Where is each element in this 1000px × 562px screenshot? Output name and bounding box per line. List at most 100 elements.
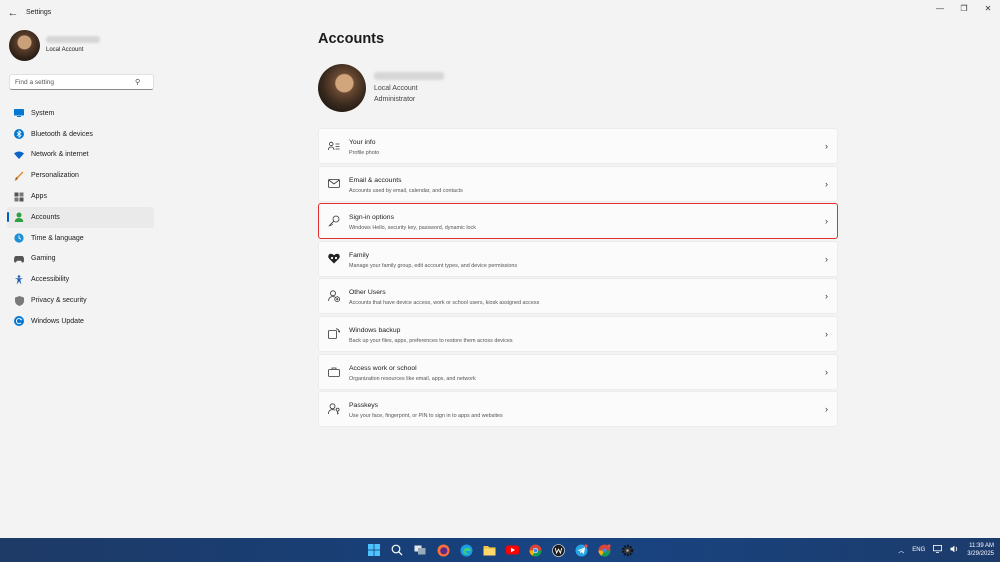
card-subtitle: Use your face, fingerprint, or PIN to si… (349, 413, 503, 420)
gamepad-icon (14, 254, 24, 264)
clock-date: 3/29/2025 (967, 551, 994, 557)
youtube-icon[interactable] (504, 542, 520, 558)
search-icon[interactable]: ⚲ (135, 78, 140, 86)
sidebar-item-label: Time & language (31, 234, 84, 242)
card-title: Your info (349, 139, 376, 146)
clock[interactable]: 11:39 AM 3/29/2025 (967, 542, 994, 558)
card-email-accounts[interactable]: Email & accounts Accounts used by email,… (318, 165, 838, 202)
sidebar-item-label: Privacy & security (31, 297, 87, 305)
chevron-up-icon[interactable]: ︿ (898, 546, 904, 555)
chevron-right-icon: › (825, 366, 828, 377)
clock-time: 11:39 AM (969, 543, 994, 549)
sidebar-item-label: Accounts (31, 213, 60, 221)
card-subtitle: Manage your family group, edit account t… (349, 262, 518, 269)
card-title: Access work or school (349, 364, 417, 372)
id-card-icon (328, 140, 340, 152)
briefcase-icon (328, 366, 340, 378)
card-title: Family (349, 251, 370, 259)
sidebar-item-accessibility[interactable]: Accessibility (7, 269, 154, 290)
chevron-right-icon: › (825, 291, 828, 302)
apps-icon (14, 192, 24, 202)
search-input[interactable] (15, 78, 135, 86)
key-icon (328, 215, 340, 227)
mail-icon (328, 178, 340, 190)
sidebar-item-label: System (31, 109, 55, 117)
wifi-icon (14, 150, 24, 160)
chevron-right-icon: › (825, 216, 828, 227)
firefox-icon[interactable] (435, 542, 451, 558)
sidebar-item-privacy-security[interactable]: Privacy & security (7, 290, 154, 311)
card-passkeys[interactable]: Passkeys Use your face, fingerprint, or … (318, 391, 838, 428)
profile-account-type: Local Account (46, 47, 84, 53)
chevron-right-icon: › (825, 178, 828, 189)
search-box[interactable]: ⚲ (9, 74, 154, 90)
add-user-icon (328, 290, 340, 303)
account-role: Administrator (374, 96, 416, 103)
sidebar-item-personalization[interactable]: Personalization (7, 165, 154, 186)
file-explorer-icon[interactable] (481, 542, 497, 558)
account-name-blurred (374, 72, 444, 80)
card-title: Passkeys (349, 402, 379, 410)
passkey-icon (328, 403, 340, 415)
page-title: Accounts (318, 31, 385, 47)
card-sign-in-options[interactable]: Sign-in options Windows Hello, security … (318, 203, 838, 240)
sidebar-item-label: Network & internet (31, 151, 89, 159)
backup-icon (328, 328, 340, 340)
title-bar: ← Settings — ❐ ✕ (0, 0, 1000, 26)
avatar[interactable] (9, 30, 40, 61)
sidebar-item-apps[interactable]: Apps (7, 186, 154, 207)
sidebar-item-bluetooth[interactable]: Bluetooth & devices (7, 124, 154, 145)
account-type: Local Account (374, 85, 418, 92)
card-subtitle: Accounts used by email, calendar, and co… (349, 187, 463, 194)
card-title: Email & accounts (349, 176, 402, 184)
close-button[interactable]: ✕ (980, 3, 996, 15)
system-icon (14, 108, 24, 118)
chevron-right-icon: › (825, 404, 828, 415)
taskbar: ︿ ENG 11:39 AM 3/29/2025 (0, 538, 1000, 562)
card-subtitle: Windows Hello, security key, password, d… (349, 225, 476, 232)
sidebar-item-label: Personalization (31, 172, 79, 180)
accessibility-icon (14, 274, 24, 285)
app-title: Settings (26, 9, 52, 16)
card-windows-backup[interactable]: Windows backup Back up your files, apps,… (318, 315, 838, 352)
card-access-work-school[interactable]: Access work or school Organization resou… (318, 353, 838, 390)
language-indicator[interactable]: ENG (912, 547, 925, 553)
network-icon[interactable] (933, 545, 943, 555)
card-your-info[interactable]: Your info Profile photo › (318, 128, 838, 164)
settings-gear-icon[interactable] (619, 542, 635, 558)
sidebar-item-label: Accessibility (31, 276, 70, 284)
volume-icon[interactable] (950, 545, 959, 555)
card-subtitle: Back up your files, apps, preferences to… (349, 337, 513, 344)
back-button[interactable]: ← (6, 6, 20, 20)
sidebar-item-time-language[interactable]: Time & language (7, 228, 154, 249)
restore-button[interactable]: ❐ (956, 3, 972, 15)
shield-icon (14, 295, 24, 306)
telegram-icon[interactable] (573, 542, 589, 558)
task-view-icon[interactable] (412, 542, 428, 558)
card-subtitle: Organization resources like email, apps,… (349, 375, 476, 382)
sidebar-item-label: Apps (31, 193, 47, 201)
search-icon[interactable] (389, 542, 405, 558)
chrome-icon[interactable] (596, 542, 612, 558)
card-family[interactable]: Family Manage your family group, edit ac… (318, 240, 838, 277)
sidebar-nav: System Bluetooth & devices Network & int… (7, 103, 154, 332)
taskbar-apps (366, 542, 635, 558)
sidebar-item-accounts[interactable]: Accounts (7, 206, 154, 228)
card-other-users[interactable]: Other Users Accounts that have device ac… (318, 278, 838, 315)
sidebar-item-gaming[interactable]: Gaming (7, 249, 154, 270)
windows-start-icon[interactable] (366, 542, 382, 558)
chevron-right-icon: › (825, 253, 828, 264)
minimize-button[interactable]: — (932, 3, 948, 15)
system-tray: ︿ ENG 11:39 AM 3/29/2025 (898, 541, 994, 559)
chevron-right-icon: › (825, 141, 828, 151)
wps-icon[interactable] (550, 542, 566, 558)
settings-cards: Your info Profile photo › Email & accoun… (318, 128, 838, 429)
sidebar-item-windows-update[interactable]: Windows Update (7, 311, 154, 332)
sidebar-item-network[interactable]: Network & internet (7, 145, 154, 166)
chrome-icon[interactable] (527, 542, 543, 558)
card-subtitle: Profile photo (349, 150, 380, 156)
chevron-right-icon: › (825, 328, 828, 339)
sidebar-item-system[interactable]: System (7, 103, 154, 124)
edge-icon[interactable] (458, 542, 474, 558)
card-subtitle: Accounts that have device access, work o… (349, 300, 540, 307)
